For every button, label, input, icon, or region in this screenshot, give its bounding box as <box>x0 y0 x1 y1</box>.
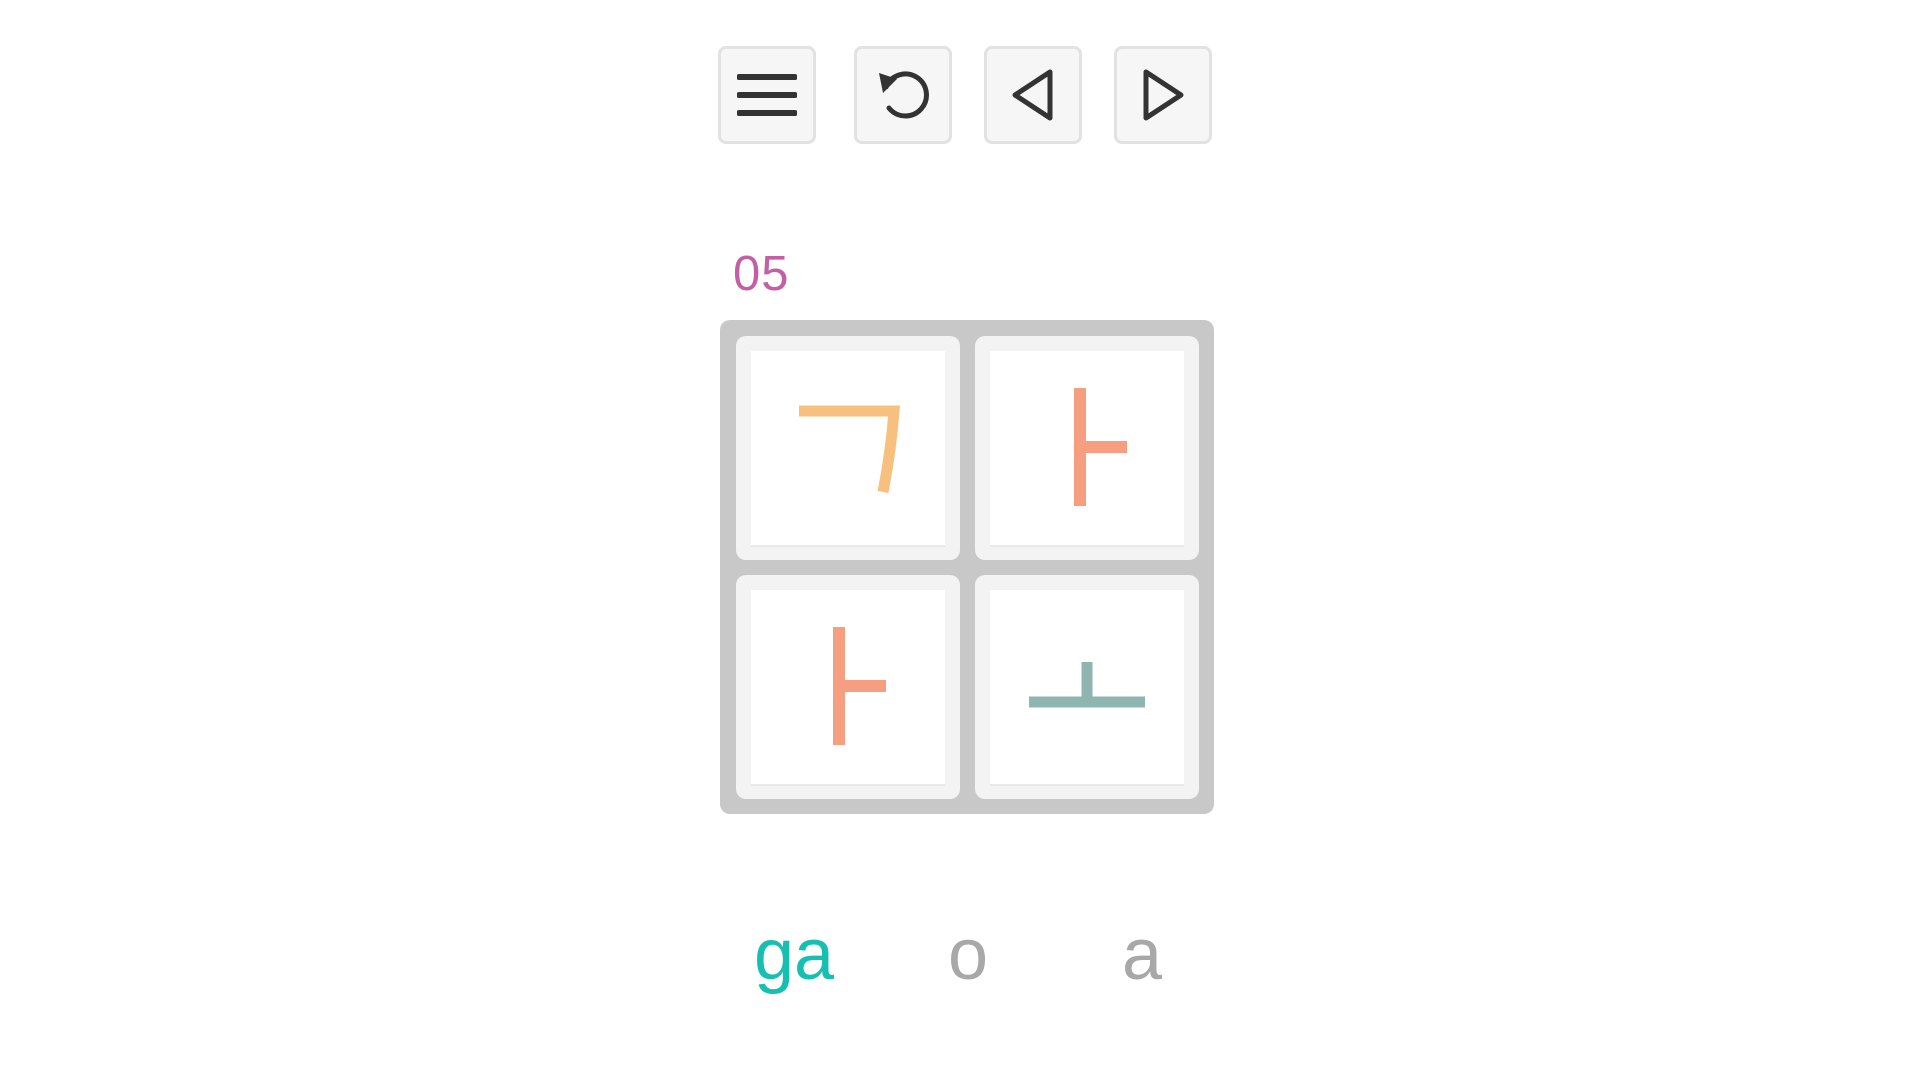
syllable-active: ga <box>753 915 835 995</box>
tile-face <box>990 590 1184 784</box>
a-vowel-icon <box>1074 388 1127 506</box>
syllable-row: ga o a <box>700 910 1220 1010</box>
level-number: 05 <box>733 247 790 301</box>
undo-icon <box>879 71 929 119</box>
syllable: a <box>1121 915 1163 995</box>
syllable: o <box>947 915 989 995</box>
tile-face <box>751 351 945 545</box>
giyeok-icon <box>799 405 900 494</box>
previous-button[interactable] <box>984 46 1082 144</box>
tile-giyeok[interactable] <box>736 336 960 560</box>
menu-button[interactable] <box>718 46 816 144</box>
next-icon <box>1143 69 1184 121</box>
previous-icon <box>1012 69 1053 121</box>
o-vowel-icon <box>1029 662 1145 708</box>
tile-face <box>990 351 1184 545</box>
tile-o-vowel[interactable] <box>975 575 1199 799</box>
toolbar <box>718 46 1214 146</box>
tile-face <box>751 590 945 784</box>
tile-a-vowel[interactable] <box>975 336 1199 560</box>
next-button[interactable] <box>1114 46 1212 144</box>
menu-icon <box>737 74 797 116</box>
game-screen: 05 ga o a <box>0 0 1920 1080</box>
puzzle-board <box>720 320 1214 814</box>
tile-a-vowel[interactable] <box>736 575 960 799</box>
a-vowel-icon <box>833 627 886 745</box>
undo-button[interactable] <box>854 46 952 144</box>
